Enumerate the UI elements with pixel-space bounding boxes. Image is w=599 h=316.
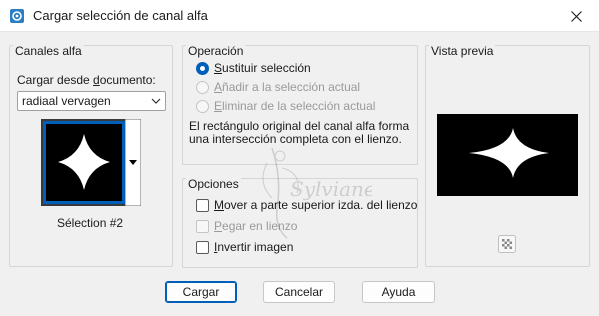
close-button[interactable] (553, 0, 599, 32)
svg-text:Sylviane: Sylviane (290, 177, 372, 201)
document-select[interactable]: radiaal vervagen (17, 91, 166, 111)
channel-thumbnail[interactable] (41, 119, 127, 206)
radio-add-dot[interactable] (196, 80, 209, 94)
alpha-channels-legend: Canales alfa (13, 44, 84, 58)
help-button[interactable]: Ayuda (362, 281, 435, 303)
dropdown-arrow-icon[interactable] (125, 119, 141, 206)
watermark-logo: Sylviane (262, 147, 372, 239)
operation-legend: Operación (186, 44, 246, 58)
radio-replace-dot[interactable] (196, 61, 209, 75)
radio-subtract[interactable]: Eliminar de la selección actual (196, 99, 375, 113)
radio-add-label: Añadir a la selección actual (214, 80, 361, 94)
radio-subtract-dot[interactable] (196, 99, 209, 113)
app-icon (10, 9, 24, 23)
radio-replace-label: Sustituir selección (214, 61, 311, 75)
transparency-icon[interactable] (498, 235, 516, 253)
load-from-document-label: Cargar desde documento: (17, 73, 156, 87)
window-title: Cargar selección de canal alfa (33, 8, 208, 23)
preview-legend: Vista previa (429, 44, 496, 58)
check-move-top-left-box[interactable] (196, 198, 209, 212)
radio-add[interactable]: Añadir a la selección actual (196, 80, 360, 94)
document-select-value: radiaal vervagen (22, 94, 111, 108)
radio-subtract-label: Eliminar de la selección actual (214, 99, 376, 113)
title-bar: Cargar selección de canal alfa (0, 0, 599, 32)
channel-name: Sélection #2 (57, 216, 124, 230)
chevron-down-icon (151, 98, 161, 104)
radio-replace[interactable]: Sustituir selección (196, 61, 311, 75)
close-icon (570, 10, 582, 22)
check-paste-canvas-box[interactable] (196, 219, 209, 233)
options-legend: Opciones (186, 177, 241, 191)
load-button[interactable]: Cargar (165, 281, 237, 303)
check-invert-image-box[interactable] (196, 240, 209, 254)
preview-canvas (437, 114, 578, 196)
cancel-button[interactable]: Cancelar (263, 281, 335, 303)
